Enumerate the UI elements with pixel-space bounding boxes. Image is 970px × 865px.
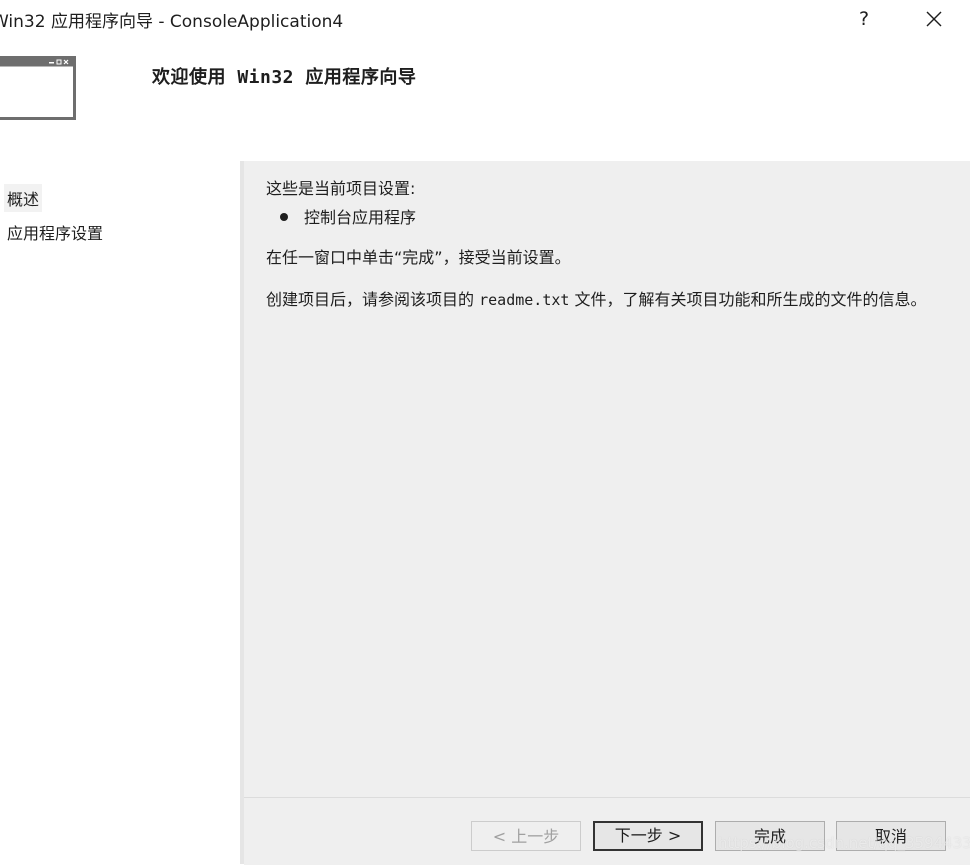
wizard-nav: 概述 应用程序设置 (0, 161, 240, 864)
close-button[interactable] (916, 4, 952, 34)
window-icon (0, 56, 76, 120)
bullet-icon (280, 213, 288, 221)
wizard-title: 欢迎使用 Win32 应用程序向导 (152, 67, 417, 88)
setting-item: 控制台应用程序 (304, 208, 417, 227)
wizard-header: 欢迎使用 Win32 应用程序向导 (0, 38, 970, 161)
readme-prefix: 创建项目后，请参阅该项目的 (266, 290, 475, 309)
prev-button[interactable]: < 上一步 (471, 821, 581, 851)
next-button[interactable]: 下一步 > (593, 821, 703, 851)
overview-panel: 这些是当前项目设置: 控制台应用程序 在任一窗口中单击“完成”，接受当前设置。 … (244, 161, 970, 797)
wizard-footer: < 上一步 下一步 > 完成 取消 (244, 797, 970, 865)
nav-item-overview[interactable]: 概述 (4, 184, 43, 212)
readme-suffix: 文件，了解有关项目功能和所生成的文件的信息。 (574, 290, 927, 309)
readme-file: readme.txt (479, 291, 570, 309)
nav-item-app-settings[interactable]: 应用程序设置 (4, 218, 106, 246)
readme-info: 创建项目后，请参阅该项目的 readme.txt 文件，了解有关项目功能和所生成… (266, 290, 946, 310)
close-icon (926, 11, 942, 27)
watermark: https://blog.csdn.net/qq_35944331 (718, 834, 970, 852)
help-button[interactable]: ? (846, 4, 882, 34)
finish-hint: 在任一窗口中单击“完成”，接受当前设置。 (266, 248, 571, 267)
window-title: Win32 应用程序向导 - ConsoleApplication4 (0, 12, 344, 32)
settings-heading: 这些是当前项目设置: (266, 179, 416, 198)
title-bar: Win32 应用程序向导 - ConsoleApplication4 ? (0, 0, 970, 38)
